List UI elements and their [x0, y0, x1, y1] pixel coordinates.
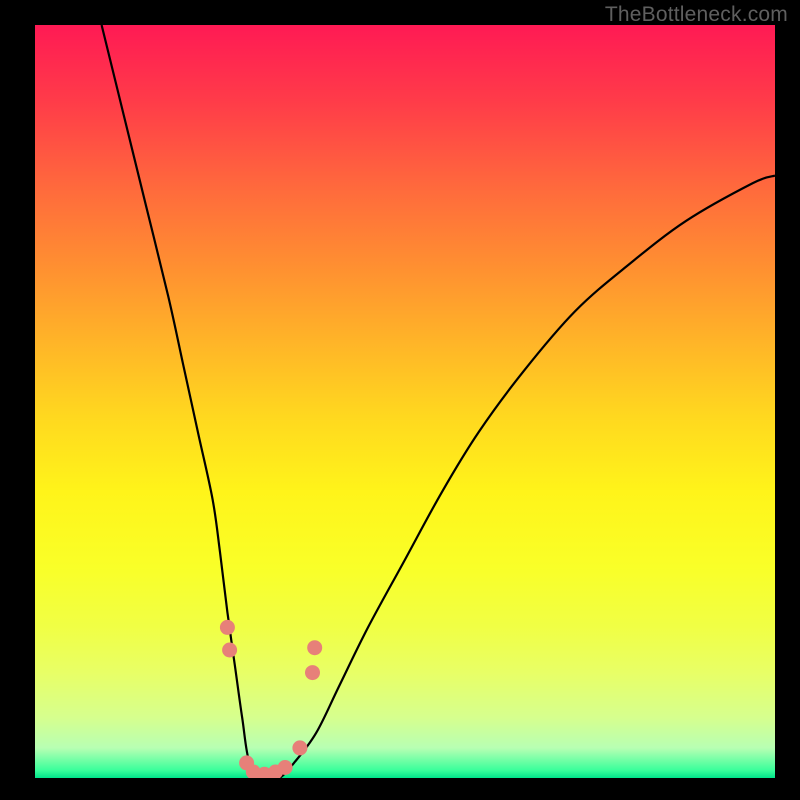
marker-group: [220, 620, 322, 778]
data-marker: [278, 760, 293, 775]
data-marker: [222, 643, 237, 658]
data-marker: [292, 740, 307, 755]
data-marker: [220, 620, 235, 635]
data-marker: [307, 640, 322, 655]
watermark-text: TheBottleneck.com: [605, 3, 788, 27]
chart-svg: [35, 25, 775, 778]
curve-line: [102, 25, 775, 778]
data-marker: [305, 665, 320, 680]
chart-plot-area: [35, 25, 775, 778]
bottleneck-curve: [102, 25, 775, 778]
chart-frame: TheBottleneck.com: [0, 0, 800, 800]
